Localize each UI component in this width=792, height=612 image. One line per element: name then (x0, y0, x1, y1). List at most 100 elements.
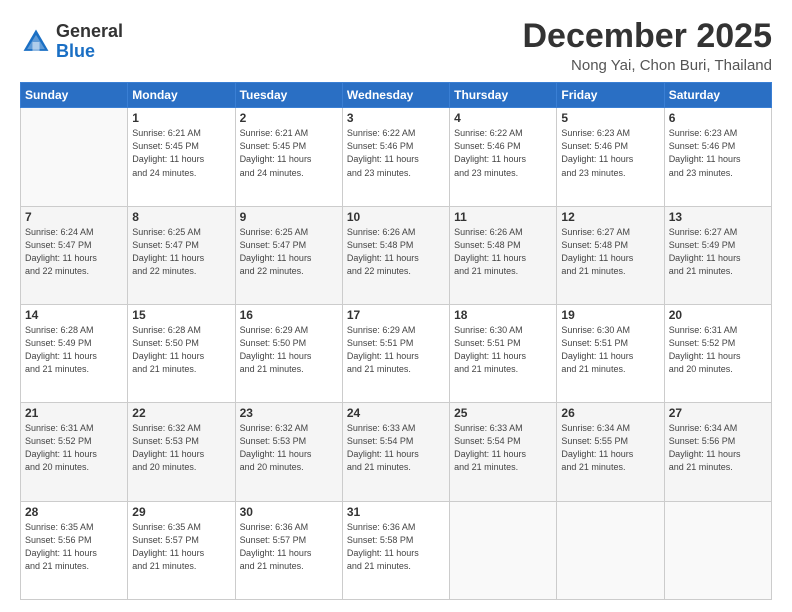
calendar-week-row: 14 Sunrise: 6:28 AM Sunset: 5:49 PM Dayli… (21, 305, 772, 403)
col-thursday: Thursday (450, 83, 557, 108)
month-title: December 2025 (522, 18, 772, 55)
col-saturday: Saturday (664, 83, 771, 108)
day-info: Sunrise: 6:32 AM Sunset: 5:53 PM Dayligh… (132, 422, 230, 474)
table-row: 18 Sunrise: 6:30 AM Sunset: 5:51 PM Dayli… (450, 305, 557, 403)
day-info: Sunrise: 6:23 AM Sunset: 5:46 PM Dayligh… (669, 127, 767, 179)
calendar-week-row: 7 Sunrise: 6:24 AM Sunset: 5:47 PM Daylig… (21, 206, 772, 304)
day-info: Sunrise: 6:30 AM Sunset: 5:51 PM Dayligh… (454, 324, 552, 376)
day-number: 10 (347, 210, 445, 224)
table-row: 24 Sunrise: 6:33 AM Sunset: 5:54 PM Dayli… (342, 403, 449, 501)
table-row: 29Sunrise: 6:35 AM Sunset: 5:57 PM Dayli… (128, 501, 235, 599)
table-row: 22 Sunrise: 6:32 AM Sunset: 5:53 PM Dayli… (128, 403, 235, 501)
day-number: 12 (561, 210, 659, 224)
table-row: 16 Sunrise: 6:29 AM Sunset: 5:50 PM Dayli… (235, 305, 342, 403)
table-row: 23 Sunrise: 6:32 AM Sunset: 5:53 PM Dayli… (235, 403, 342, 501)
header: General Blue December 2025 Nong Yai, Cho… (20, 18, 772, 74)
day-number: 2 (240, 111, 338, 125)
day-info: Sunrise: 6:30 AM Sunset: 5:51 PM Dayligh… (561, 324, 659, 376)
day-info: Sunrise: 6:29 AM Sunset: 5:50 PM Dayligh… (240, 324, 338, 376)
day-info: Sunrise: 6:27 AM Sunset: 5:49 PM Dayligh… (669, 226, 767, 278)
table-row: 9 Sunrise: 6:25 AM Sunset: 5:47 PM Daylig… (235, 206, 342, 304)
day-info: Sunrise: 6:24 AM Sunset: 5:47 PM Dayligh… (25, 226, 123, 278)
table-row: 11 Sunrise: 6:26 AM Sunset: 5:48 PM Dayli… (450, 206, 557, 304)
day-number: 28 (25, 505, 123, 519)
col-wednesday: Wednesday (342, 83, 449, 108)
day-number: 24 (347, 406, 445, 420)
table-row: 6Sunrise: 6:23 AM Sunset: 5:46 PM Daylig… (664, 108, 771, 206)
day-info: Sunrise: 6:22 AM Sunset: 5:46 PM Dayligh… (454, 127, 552, 179)
day-number: 31 (347, 505, 445, 519)
page: General Blue December 2025 Nong Yai, Cho… (0, 0, 792, 612)
col-monday: Monday (128, 83, 235, 108)
calendar-header-row: Sunday Monday Tuesday Wednesday Thursday… (21, 83, 772, 108)
table-row: 5Sunrise: 6:23 AM Sunset: 5:46 PM Daylig… (557, 108, 664, 206)
day-info: Sunrise: 6:32 AM Sunset: 5:53 PM Dayligh… (240, 422, 338, 474)
day-number: 13 (669, 210, 767, 224)
day-number: 1 (132, 111, 230, 125)
day-number: 30 (240, 505, 338, 519)
calendar-week-row: 28 Sunrise: 6:35 AM Sunset: 5:56 PM Dayli… (21, 501, 772, 599)
table-row: 4 Sunrise: 6:22 AM Sunset: 5:46 PM Daylig… (450, 108, 557, 206)
table-row: 1 Sunrise: 6:21 AM Sunset: 5:45 PM Daylig… (128, 108, 235, 206)
day-number: 9 (240, 210, 338, 224)
table-row: 31 Sunrise: 6:36 AM Sunset: 5:58 PM Dayli… (342, 501, 449, 599)
col-tuesday: Tuesday (235, 83, 342, 108)
table-row: 2 Sunrise: 6:21 AM Sunset: 5:45 PM Daylig… (235, 108, 342, 206)
day-info: Sunrise: 6:26 AM Sunset: 5:48 PM Dayligh… (347, 226, 445, 278)
day-info: Sunrise: 6:36 AM Sunset: 5:58 PM Dayligh… (347, 521, 445, 573)
table-row: 27 Sunrise: 6:34 AM Sunset: 5:56 PM Dayli… (664, 403, 771, 501)
day-number: 11 (454, 210, 552, 224)
day-info: Sunrise: 6:31 AM Sunset: 5:52 PM Dayligh… (25, 422, 123, 474)
day-info: Sunrise: 6:21 AM Sunset: 5:45 PM Dayligh… (132, 127, 230, 179)
table-row (664, 501, 771, 599)
col-sunday: Sunday (21, 83, 128, 108)
day-number: 4 (454, 111, 552, 125)
day-info: Sunrise: 6:21 AM Sunset: 5:45 PM Dayligh… (240, 127, 338, 179)
day-info: Sunrise: 6:33 AM Sunset: 5:54 PM Dayligh… (347, 422, 445, 474)
table-row: 25 Sunrise: 6:33 AM Sunset: 5:54 PM Dayli… (450, 403, 557, 501)
table-row: 20Sunrise: 6:31 AM Sunset: 5:52 PM Dayli… (664, 305, 771, 403)
table-row: 28 Sunrise: 6:35 AM Sunset: 5:56 PM Dayli… (21, 501, 128, 599)
title-block: December 2025 Nong Yai, Chon Buri, Thail… (522, 18, 772, 74)
logo-blue-text: Blue (56, 41, 95, 61)
table-row: 19Sunrise: 6:30 AM Sunset: 5:51 PM Dayli… (557, 305, 664, 403)
day-info: Sunrise: 6:22 AM Sunset: 5:46 PM Dayligh… (347, 127, 445, 179)
table-row: 3 Sunrise: 6:22 AM Sunset: 5:46 PM Daylig… (342, 108, 449, 206)
logo-icon (20, 26, 52, 58)
day-info: Sunrise: 6:36 AM Sunset: 5:57 PM Dayligh… (240, 521, 338, 573)
day-number: 15 (132, 308, 230, 322)
day-number: 7 (25, 210, 123, 224)
day-number: 16 (240, 308, 338, 322)
day-number: 18 (454, 308, 552, 322)
table-row (450, 501, 557, 599)
day-info: Sunrise: 6:25 AM Sunset: 5:47 PM Dayligh… (240, 226, 338, 278)
calendar-week-row: 1 Sunrise: 6:21 AM Sunset: 5:45 PM Daylig… (21, 108, 772, 206)
table-row: 15Sunrise: 6:28 AM Sunset: 5:50 PM Dayli… (128, 305, 235, 403)
table-row: 21Sunrise: 6:31 AM Sunset: 5:52 PM Dayli… (21, 403, 128, 501)
day-info: Sunrise: 6:29 AM Sunset: 5:51 PM Dayligh… (347, 324, 445, 376)
day-number: 3 (347, 111, 445, 125)
col-friday: Friday (557, 83, 664, 108)
day-number: 5 (561, 111, 659, 125)
day-number: 23 (240, 406, 338, 420)
day-info: Sunrise: 6:34 AM Sunset: 5:56 PM Dayligh… (669, 422, 767, 474)
day-info: Sunrise: 6:27 AM Sunset: 5:48 PM Dayligh… (561, 226, 659, 278)
day-number: 25 (454, 406, 552, 420)
logo-text: General Blue (56, 22, 123, 62)
day-info: Sunrise: 6:35 AM Sunset: 5:57 PM Dayligh… (132, 521, 230, 573)
day-info: Sunrise: 6:26 AM Sunset: 5:48 PM Dayligh… (454, 226, 552, 278)
table-row: 13 Sunrise: 6:27 AM Sunset: 5:49 PM Dayli… (664, 206, 771, 304)
table-row: 7 Sunrise: 6:24 AM Sunset: 5:47 PM Daylig… (21, 206, 128, 304)
calendar-week-row: 21Sunrise: 6:31 AM Sunset: 5:52 PM Dayli… (21, 403, 772, 501)
day-number: 27 (669, 406, 767, 420)
day-number: 22 (132, 406, 230, 420)
day-number: 14 (25, 308, 123, 322)
day-number: 17 (347, 308, 445, 322)
table-row: 10 Sunrise: 6:26 AM Sunset: 5:48 PM Dayli… (342, 206, 449, 304)
day-info: Sunrise: 6:33 AM Sunset: 5:54 PM Dayligh… (454, 422, 552, 474)
location: Nong Yai, Chon Buri, Thailand (522, 57, 772, 74)
table-row (21, 108, 128, 206)
day-info: Sunrise: 6:35 AM Sunset: 5:56 PM Dayligh… (25, 521, 123, 573)
day-info: Sunrise: 6:28 AM Sunset: 5:49 PM Dayligh… (25, 324, 123, 376)
table-row (557, 501, 664, 599)
